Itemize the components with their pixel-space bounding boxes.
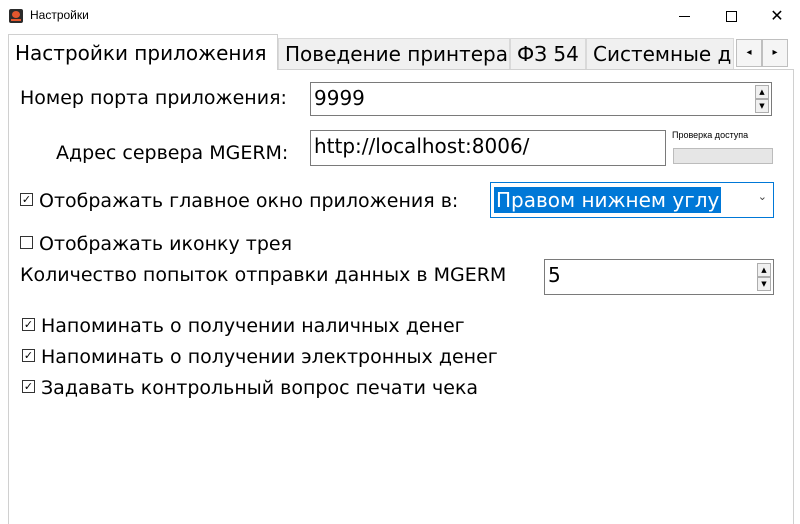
chevron-left-icon: ◂ bbox=[746, 47, 752, 58]
tray-icon-row[interactable]: Отображать иконку трея bbox=[20, 233, 292, 255]
remind-cash-checkbox[interactable]: ✓ bbox=[22, 318, 35, 331]
remind-electronic-row[interactable]: ✓ Напоминать о получении электронных дене… bbox=[22, 346, 498, 368]
server-url-value: http://localhost:8006/ bbox=[314, 134, 530, 158]
window-position-select[interactable]: Правом нижнем углу ⌄ bbox=[490, 182, 774, 218]
access-check-label: Проверка доступа bbox=[672, 130, 749, 140]
control-question-row[interactable]: ✓ Задавать контрольный вопрос печати чека bbox=[22, 377, 478, 399]
remind-cash-row[interactable]: ✓ Напоминать о получении наличных денег bbox=[22, 315, 465, 337]
access-check-progress bbox=[673, 148, 773, 164]
remind-electronic-label: Напоминать о получении электронных денег bbox=[41, 346, 498, 368]
remind-electronic-checkbox[interactable]: ✓ bbox=[22, 349, 35, 362]
tab-scroll-right-button[interactable]: ▸ bbox=[762, 39, 788, 67]
tab-system[interactable]: Системные д bbox=[586, 38, 734, 69]
arrow-up-icon: ▲ bbox=[759, 88, 765, 96]
chevron-right-icon: ▸ bbox=[772, 47, 778, 58]
show-window-label: Отображать главное окно приложения в: bbox=[39, 190, 459, 212]
tray-icon-checkbox[interactable] bbox=[20, 236, 33, 249]
tab-printer-behavior[interactable]: Поведение принтера bbox=[278, 38, 510, 69]
port-stepper[interactable]: 9999 ▲ ▼ bbox=[310, 82, 772, 116]
title-bar: Настройки ✕ bbox=[0, 0, 800, 32]
arrow-down-icon: ▼ bbox=[761, 280, 767, 288]
minimize-icon bbox=[679, 16, 690, 17]
port-value: 9999 bbox=[314, 86, 365, 110]
port-up-button[interactable]: ▲ bbox=[755, 85, 769, 99]
check-icon: ✓ bbox=[23, 349, 34, 362]
control-question-checkbox[interactable]: ✓ bbox=[22, 380, 35, 393]
server-label: Адрес сервера MGERM: bbox=[56, 142, 289, 164]
check-icon: ✓ bbox=[23, 318, 34, 331]
arrow-up-icon: ▲ bbox=[761, 266, 767, 274]
attempts-value: 5 bbox=[548, 263, 561, 287]
tab-scroll-left-button[interactable]: ◂ bbox=[736, 39, 762, 67]
port-spin: ▲ ▼ bbox=[755, 85, 769, 113]
port-down-button[interactable]: ▼ bbox=[755, 99, 769, 113]
close-icon: ✕ bbox=[770, 6, 784, 25]
attempts-down-button[interactable]: ▼ bbox=[757, 277, 771, 291]
tab-fz54[interactable]: ФЗ 54 bbox=[510, 38, 586, 69]
maximize-icon bbox=[726, 11, 737, 22]
arrow-down-icon: ▼ bbox=[759, 102, 765, 110]
attempts-stepper[interactable]: 5 ▲ ▼ bbox=[544, 259, 774, 295]
maximize-button[interactable] bbox=[708, 0, 754, 32]
minimize-button[interactable] bbox=[662, 0, 708, 32]
server-url-input[interactable]: http://localhost:8006/ bbox=[310, 130, 666, 166]
window-position-value: Правом нижнем углу bbox=[494, 187, 722, 213]
show-window-checkbox[interactable]: ✓ bbox=[20, 193, 33, 206]
remind-cash-label: Напоминать о получении наличных денег bbox=[41, 315, 465, 337]
tab-app-settings[interactable]: Настройки приложения bbox=[8, 34, 278, 70]
attempts-up-button[interactable]: ▲ bbox=[757, 263, 771, 277]
app-logo-icon bbox=[9, 9, 23, 23]
close-button[interactable]: ✕ bbox=[754, 0, 800, 32]
tab-strip: Настройки приложения Поведение принтера … bbox=[8, 34, 794, 70]
tray-icon-label: Отображать иконку трея bbox=[39, 233, 293, 255]
port-label: Номер порта приложения: bbox=[20, 87, 287, 109]
attempts-label: Количество попыток отправки данных в MGE… bbox=[20, 264, 507, 286]
attempts-spin: ▲ ▼ bbox=[757, 263, 771, 291]
check-icon: ✓ bbox=[21, 193, 32, 206]
control-question-label: Задавать контрольный вопрос печати чека bbox=[41, 377, 479, 399]
show-window-row[interactable]: ✓ Отображать главное окно приложения в: bbox=[20, 190, 458, 212]
window-title: Настройки bbox=[30, 8, 89, 22]
chevron-down-icon: ⌄ bbox=[757, 190, 767, 203]
check-icon: ✓ bbox=[23, 380, 34, 393]
